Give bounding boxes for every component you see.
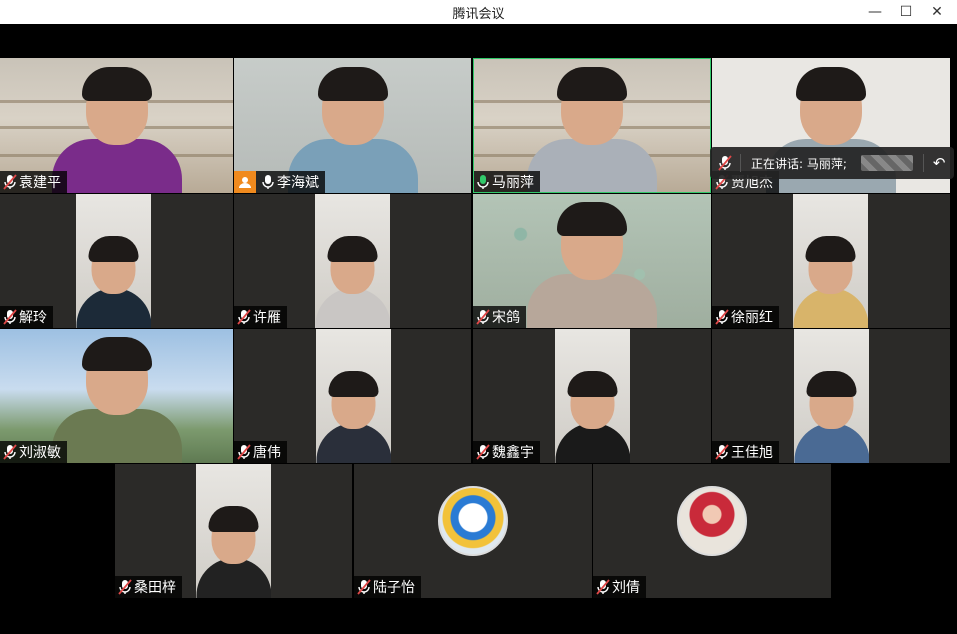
video-tile[interactable]: 袁建平 (0, 58, 233, 193)
collapse-icon[interactable]: ↶ (933, 154, 946, 172)
participant-name-tag: 解玲 (0, 306, 53, 328)
participant-name-tag: 马丽萍 (473, 171, 540, 193)
participant-name: 王佳旭 (731, 445, 773, 461)
close-button[interactable]: ✕ (921, 0, 953, 24)
mic-muted-icon (476, 444, 490, 460)
window-title: 腾讯会议 (452, 7, 505, 22)
participant-name: 陆子怡 (373, 580, 415, 596)
speaking-indicator: 正在讲话: 马丽萍; ↶ (710, 147, 954, 179)
participant-name: 李海斌 (277, 175, 319, 191)
participant-name: 许雁 (253, 310, 281, 326)
participant-name-tag: 陆子怡 (354, 576, 421, 598)
video-tile[interactable]: 陆子怡 (354, 464, 592, 598)
mic-muted-icon (3, 174, 17, 190)
minimize-icon: — (868, 4, 882, 20)
mic-muted-icon (237, 444, 251, 460)
title-bar: 腾讯会议 — ☐ ✕ (0, 0, 957, 24)
mic-muted-icon (357, 579, 371, 595)
participant-name-tag: 袁建平 (0, 171, 67, 193)
mic-muted-icon (3, 309, 17, 325)
participant-name-tag: 魏鑫宇 (473, 441, 540, 463)
mic-muted-icon (476, 309, 490, 325)
participant-name-tag: 宋鸽 (473, 306, 526, 328)
participant-name-tag: 刘淑敏 (0, 441, 67, 463)
video-feed (316, 329, 391, 463)
video-tile[interactable]: 解玲 (0, 194, 233, 328)
participant-name: 徐丽红 (731, 310, 773, 326)
participant-name: 唐伟 (253, 445, 281, 461)
participant-name-tag: 徐丽红 (712, 306, 779, 328)
video-tile[interactable]: 魏鑫宇 (473, 329, 711, 463)
video-tile[interactable]: 李海斌 (234, 58, 471, 193)
video-feed (555, 329, 630, 463)
maximize-button[interactable]: ☐ (890, 0, 922, 24)
video-feed (196, 464, 271, 598)
video-feed (51, 337, 182, 463)
mic-icon (476, 174, 490, 190)
video-tile[interactable]: 刘淑敏 (0, 329, 233, 463)
video-feed (315, 194, 390, 328)
participant-name-tag: 唐伟 (234, 441, 287, 463)
video-tile[interactable]: 桑田梓 (115, 464, 352, 598)
mic-muted-icon (715, 309, 729, 325)
video-tile[interactable]: 徐丽红 (712, 194, 950, 328)
video-feed (76, 194, 151, 328)
video-feed (794, 329, 869, 463)
host-badge-icon (234, 171, 256, 193)
close-icon: ✕ (931, 4, 943, 20)
mic-muted-icon (118, 579, 132, 595)
child-photo-avatar (677, 486, 747, 556)
participant-name-tag: 许雁 (234, 306, 287, 328)
participant-name: 马丽萍 (492, 175, 534, 191)
participant-name-tag: 桑田梓 (115, 576, 182, 598)
speaker-avatars-icon (860, 155, 913, 171)
participant-name: 袁建平 (19, 175, 61, 191)
mic-muted-icon (237, 309, 251, 325)
mic-muted-icon (3, 444, 17, 460)
participant-name: 刘淑敏 (19, 445, 61, 461)
video-tile[interactable]: 马丽萍 (473, 58, 711, 193)
video-tile[interactable]: 许雁 (234, 194, 471, 328)
participant-name: 桑田梓 (134, 580, 176, 596)
mic-icon (261, 174, 275, 190)
minimize-button[interactable]: — (859, 0, 891, 24)
mic-muted-icon (596, 579, 610, 595)
mic-muted-icon[interactable] (710, 155, 740, 171)
duck-avatar-icon (438, 486, 508, 556)
video-feed (793, 194, 868, 328)
video-feed (527, 202, 657, 328)
participant-name-tag: 刘倩 (593, 576, 646, 598)
video-feed (51, 67, 182, 193)
video-tile[interactable]: 唐伟 (234, 329, 471, 463)
participant-name-tag: 李海斌 (234, 171, 325, 193)
speaking-label: 正在讲话: 马丽萍; (751, 156, 847, 171)
video-tile[interactable]: 刘倩 (593, 464, 831, 598)
video-feed (527, 67, 657, 193)
mic-muted-icon (715, 444, 729, 460)
video-tile[interactable]: 宋鸽 (473, 194, 711, 328)
participant-name-tag: 王佳旭 (712, 441, 779, 463)
participant-name: 刘倩 (612, 580, 640, 596)
video-tile[interactable]: 王佳旭 (712, 329, 950, 463)
participant-name: 解玲 (19, 310, 47, 326)
participant-name: 魏鑫宇 (492, 445, 534, 461)
participant-name: 宋鸽 (492, 310, 520, 326)
maximize-icon: ☐ (899, 4, 913, 20)
